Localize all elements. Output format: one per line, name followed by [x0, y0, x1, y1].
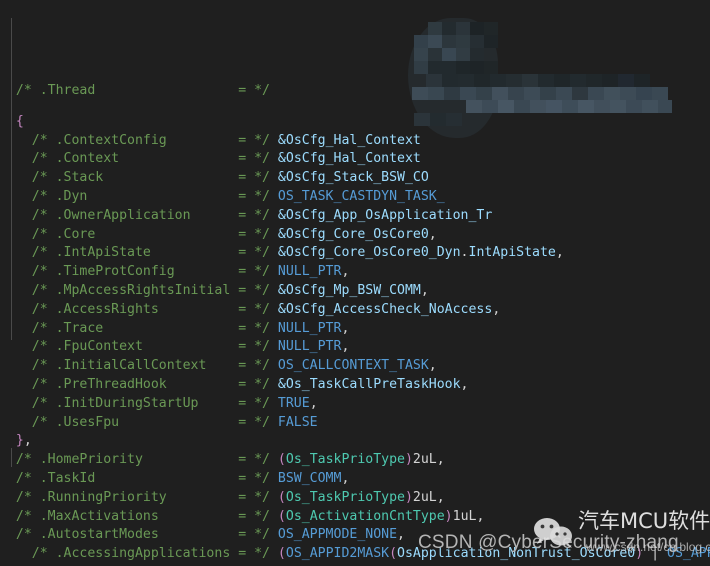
code-line[interactable]: {: [0, 113, 710, 132]
code-line[interactable]: /* .FpuContext = */ NULL_PTR,: [0, 338, 710, 357]
code-line[interactable]: /* .TimeProtConfig = */ NULL_PTR,: [0, 263, 710, 282]
code-line[interactable]: /* .Thread = */: [0, 82, 710, 113]
code-line[interactable]: /* .MaxActivations = */ (Os_ActivationCn…: [0, 508, 710, 527]
code-line[interactable]: /* .RunningPriority = */ (Os_TaskPrioTyp…: [0, 489, 710, 508]
code-line[interactable]: /* .PreThreadHook = */ &Os_TaskCallPreTa…: [0, 376, 710, 395]
code-line[interactable]: /* .Dyn = */ OS_TASK_CASTDYN_TASK_: [0, 188, 710, 207]
code-line[interactable]: /* .Core = */ &OsCfg_Core_OsCore0,: [0, 226, 710, 245]
code-line[interactable]: /* .IntApiState = */ &OsCfg_Core_OsCore0…: [0, 244, 710, 263]
code-line[interactable]: /* .Context = */ &OsCfg_Hal_Context: [0, 150, 710, 169]
code-line[interactable]: /* .MpAccessRightsInitial = */ &OsCfg_Mp…: [0, 282, 710, 301]
code-line[interactable]: /* .InitDuringStartUp = */ TRUE,: [0, 395, 710, 414]
code-line[interactable]: /* .InitialCallContext = */ OS_CALLCONTE…: [0, 357, 710, 376]
code-line[interactable]: },: [0, 432, 710, 451]
code-line[interactable]: /* .HomePriority = */ (Os_TaskPrioType)2…: [0, 451, 710, 470]
code-line[interactable]: /* .ContextConfig = */ &OsCfg_Hal_Contex…: [0, 132, 710, 151]
code-line[interactable]: /* .UsesFpu = */ FALSE: [0, 414, 710, 433]
code-line[interactable]: /* .AccessingApplications = */ (OS_APPID…: [0, 545, 710, 564]
code-editor-screenshot: /* .Thread = */ { /* .ContextConfig = */…: [0, 0, 710, 566]
code-viewport[interactable]: /* .Thread = */ { /* .ContextConfig = */…: [0, 0, 710, 566]
code-line[interactable]: /* .TaskId = */ BSW_COMM,: [0, 470, 710, 489]
code-line[interactable]: /* .Stack = */ &OsCfg_Stack_BSW_CO: [0, 169, 710, 188]
code-line[interactable]: /* .Trace = */ NULL_PTR,: [0, 320, 710, 339]
code-line[interactable]: /* .AccessRights = */ &OsCfg_AccessCheck…: [0, 301, 710, 320]
code-line[interactable]: /* .OwnerApplication = */ &OsCfg_App_OsA…: [0, 207, 710, 226]
code-line[interactable]: /* .AutostartModes = */ OS_APPMODE_NONE,: [0, 526, 710, 545]
